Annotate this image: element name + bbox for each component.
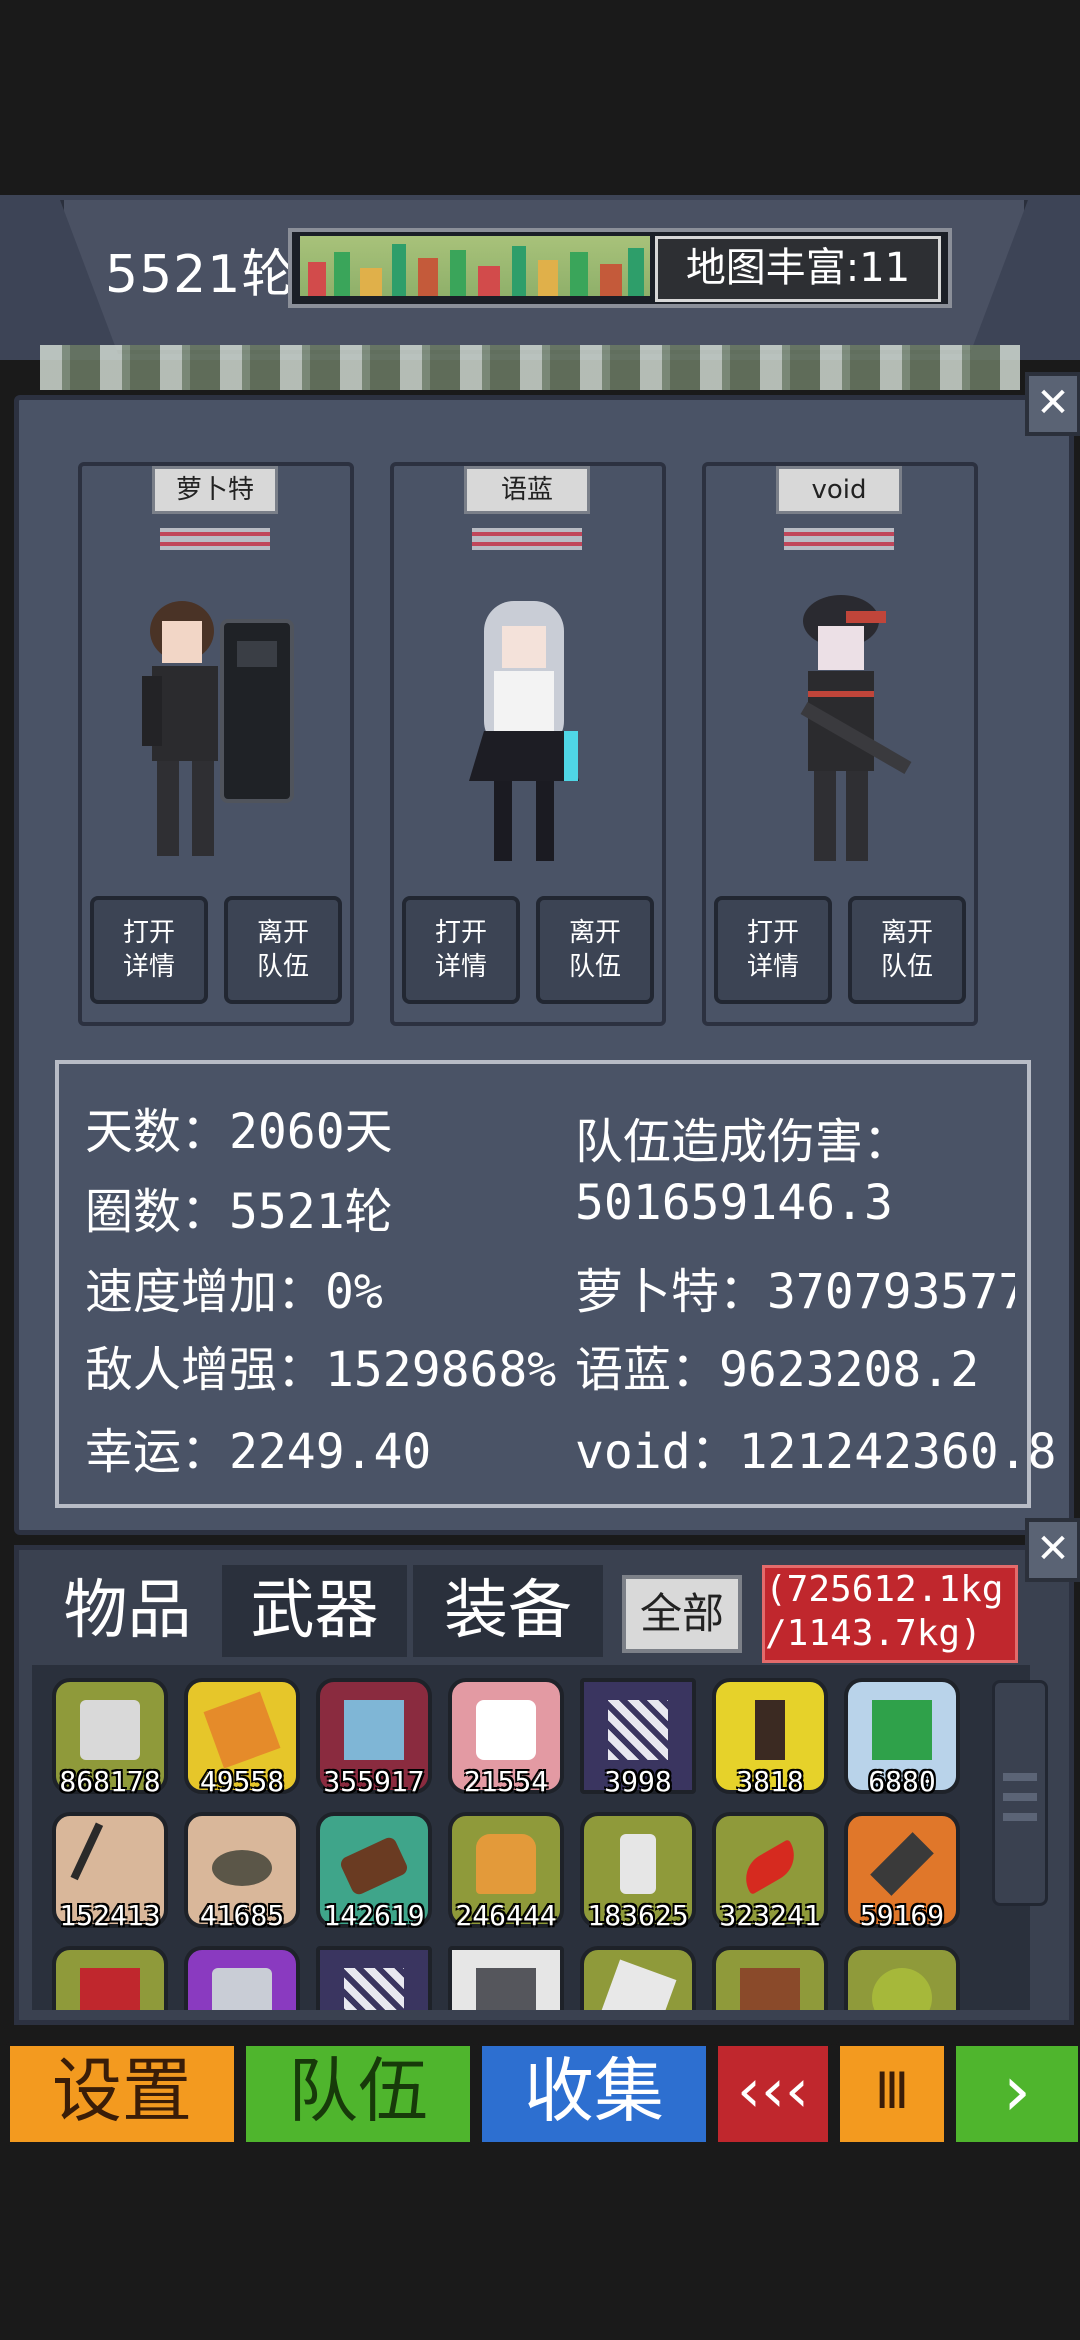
inventory-close-button[interactable]: ✕ bbox=[1025, 1518, 1080, 1582]
leave-team-button[interactable]: 离开 队伍 bbox=[224, 896, 342, 1004]
inventory-item[interactable]: 152413 bbox=[52, 1812, 168, 1932]
map-scroll-icon bbox=[203, 1691, 281, 1769]
inventory-item[interactable] bbox=[316, 1946, 432, 2010]
inventory-item[interactable]: 355917 bbox=[316, 1678, 432, 1798]
inventory-item[interactable]: 21554 bbox=[448, 1678, 564, 1798]
member-name: void bbox=[776, 466, 902, 514]
team-button[interactable]: 队伍 bbox=[242, 2042, 474, 2146]
member-1-damage: 萝卜特：370793577. bbox=[575, 1264, 1015, 1320]
blueprint-icon bbox=[344, 1968, 404, 2010]
jar-icon bbox=[620, 1834, 656, 1894]
bottle-icon bbox=[755, 1700, 785, 1760]
item-row-partial bbox=[32, 1940, 1022, 2010]
member-hp-bar bbox=[784, 528, 894, 550]
tab-equipment[interactable]: 装备 bbox=[413, 1565, 603, 1657]
gun-crate-icon bbox=[476, 1968, 536, 2010]
bullet-icon bbox=[870, 1832, 934, 1896]
maid-sprite bbox=[469, 601, 579, 861]
team-damage-title: 队伍造成伤害： bbox=[575, 1114, 912, 1170]
member-hp-bar bbox=[472, 528, 582, 550]
carry-weight-badge: (725612.1kg /1143.7kg) bbox=[762, 1565, 1018, 1663]
shirt-icon bbox=[344, 1700, 404, 1760]
open-details-button[interactable]: 打开 详情 bbox=[90, 896, 208, 1004]
luck-stat: 幸运：2249.40 bbox=[85, 1424, 432, 1480]
blueprint-icon bbox=[608, 1700, 668, 1760]
inventory-item[interactable] bbox=[844, 1946, 960, 2010]
settings-button[interactable]: 设置 bbox=[6, 2042, 238, 2146]
soldier-shield-sprite bbox=[142, 601, 294, 856]
inventory-item[interactable]: 59169 bbox=[844, 1812, 960, 1932]
inventory-item[interactable] bbox=[184, 1946, 300, 2010]
collect-button[interactable]: 收集 bbox=[478, 2042, 710, 2146]
cloth-icon bbox=[599, 1959, 677, 2010]
inventory-item[interactable] bbox=[52, 1946, 168, 2010]
soldier-cap-sprite bbox=[800, 595, 912, 861]
wood-log-icon bbox=[338, 1835, 410, 1897]
round-counter: 5521轮 bbox=[105, 245, 295, 305]
inventory-item[interactable]: 6880 bbox=[844, 1678, 960, 1798]
forward-button[interactable]: › bbox=[952, 2042, 1080, 2146]
fruit-icon bbox=[872, 1968, 932, 2010]
tab-items[interactable]: 物品 bbox=[40, 1565, 215, 1657]
chili-icon bbox=[736, 1839, 804, 1895]
member-name: 萝卜特 bbox=[152, 466, 278, 514]
member-name: 语蓝 bbox=[464, 466, 590, 514]
medkit-icon bbox=[476, 1700, 536, 1760]
inventory-item[interactable]: 41685 bbox=[184, 1812, 300, 1932]
member-hp-bar bbox=[160, 528, 270, 550]
map-richness-label: 地图丰富:11 bbox=[655, 236, 941, 302]
leave-team-button[interactable]: 离开 队伍 bbox=[536, 896, 654, 1004]
member-3-damage: void：121242360.8 bbox=[575, 1424, 1057, 1480]
inventory-item[interactable] bbox=[580, 1946, 696, 2010]
inventory-item[interactable]: 49558 bbox=[184, 1678, 300, 1798]
inventory-item[interactable]: 183625 bbox=[580, 1812, 696, 1932]
loops-stat: 圈数：5521轮 bbox=[85, 1184, 393, 1240]
inventory-item[interactable]: 142619 bbox=[316, 1812, 432, 1932]
meat-icon bbox=[80, 1968, 140, 2010]
member-card-2: 语蓝 打开 详情 离开 队伍 bbox=[390, 462, 666, 1026]
speed-stat: 速度增加：0% bbox=[85, 1264, 383, 1320]
inventory-scrollbar[interactable] bbox=[992, 1680, 1048, 1906]
tab-weapons[interactable]: 武器 bbox=[222, 1565, 407, 1657]
supplies-icon bbox=[80, 1700, 140, 1760]
bread-icon bbox=[476, 1834, 536, 1894]
days-stat: 天数：2060天 bbox=[85, 1104, 393, 1160]
pause-button[interactable]: Ⅲ bbox=[836, 2042, 948, 2146]
enemy-buff-stat: 敌人增强：1529868% bbox=[85, 1342, 557, 1398]
open-details-button[interactable]: 打开 详情 bbox=[714, 896, 832, 1004]
stone-icon bbox=[212, 1850, 272, 1886]
inventory-item[interactable]: 868178 bbox=[52, 1678, 168, 1798]
wire-icon bbox=[70, 1822, 158, 1906]
member-card-1: 萝卜特 打开 详情 离开 队伍 bbox=[78, 462, 354, 1026]
open-details-button[interactable]: 打开 详情 bbox=[402, 896, 520, 1004]
chocolate-icon bbox=[740, 1968, 800, 2010]
rewind-button[interactable]: ‹‹‹ bbox=[714, 2042, 832, 2146]
inventory-item[interactable]: 3818 bbox=[712, 1678, 828, 1798]
inventory-item[interactable]: 3998 bbox=[580, 1678, 696, 1798]
inventory-item[interactable] bbox=[448, 1946, 564, 2010]
filter-all-button[interactable]: 全部 bbox=[622, 1575, 742, 1653]
circuit-board-icon bbox=[872, 1700, 932, 1760]
team-panel-close-button[interactable]: ✕ bbox=[1025, 372, 1080, 436]
member-2-damage: 语蓝：9623208.2 bbox=[575, 1342, 980, 1398]
city-skyline-image bbox=[300, 236, 650, 296]
inventory-item[interactable]: 246444 bbox=[448, 1812, 564, 1932]
can-icon bbox=[212, 1968, 272, 2010]
inventory-item[interactable]: 323241 bbox=[712, 1812, 828, 1932]
member-card-3: void 打开 详情 离开 队伍 bbox=[702, 462, 978, 1026]
inventory-item[interactable] bbox=[712, 1946, 828, 2010]
decoration-strip bbox=[40, 345, 1020, 390]
leave-team-button[interactable]: 离开 队伍 bbox=[848, 896, 966, 1004]
team-damage-total: 501659146.3 bbox=[575, 1175, 893, 1231]
